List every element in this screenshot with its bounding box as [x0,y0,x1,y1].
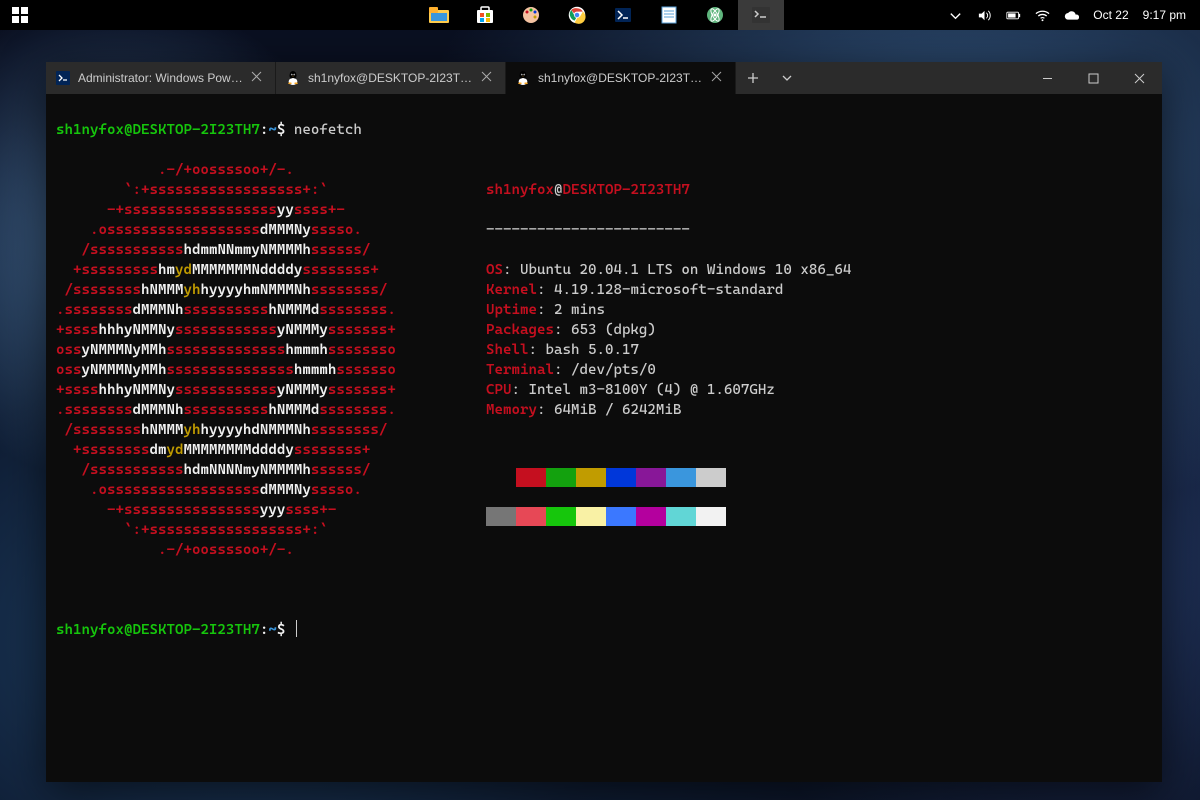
maximize-button[interactable] [1070,62,1116,94]
prompt-path: ~ [268,122,277,138]
info-row-uptime: Uptime: 2 mins [486,300,1152,320]
atom-icon [706,6,724,24]
info-row-shell: Shell: bash 5.0.17 [486,340,1152,360]
close-icon [481,71,492,82]
info-row-kernel: Kernel: 4.19.128-microsoft-standard [486,280,1152,300]
onedrive-icon[interactable] [1064,8,1079,23]
taskbar-app-terminal[interactable] [738,0,784,30]
color-swatch [486,507,516,526]
tab-title: Administrator: Windows PowerS [78,71,243,85]
taskbar-time[interactable]: 9:17 pm [1143,8,1186,22]
color-swatch [666,468,696,487]
terminal-content[interactable]: sh1nyfox@DESKTOP-2I23TH7:~$ neofetch .-/… [46,94,1162,782]
battery-icon[interactable] [1006,8,1021,23]
info-row-os: OS: Ubuntu 20.04.1 LTS on Windows 10 x86… [486,260,1152,280]
color-swatch [696,468,726,487]
new-tab-button[interactable] [736,62,770,94]
close-button[interactable] [1116,62,1162,94]
info-row-terminal: Terminal: /dev/pts/0 [486,360,1152,380]
close-icon [251,71,262,82]
start-button[interactable] [0,7,40,23]
windows-logo-icon [12,7,28,23]
command-text: neofetch [294,122,362,138]
taskbar-app-store[interactable] [462,0,508,30]
color-swatch [636,468,666,487]
tab-close-button[interactable] [251,71,265,85]
tab-title: sh1nyfox@DESKTOP-2I23TH7: / [308,71,473,85]
color-swatch [576,468,606,487]
taskbar-app-paint[interactable] [508,0,554,30]
color-swatch-row-light [486,507,1152,526]
terminal-icon [752,7,770,23]
wifi-icon[interactable] [1035,8,1050,23]
taskbar-pinned-apps [416,0,784,30]
tab-2[interactable]: sh1nyfox@DESKTOP-2I23TH7: ~ [506,62,736,94]
tab-1[interactable]: sh1nyfox@DESKTOP-2I23TH7: / [276,62,506,94]
color-swatch [516,507,546,526]
plus-icon [747,72,759,84]
color-swatch [576,507,606,526]
taskbar-app-atom[interactable] [692,0,738,30]
minimize-icon [1042,73,1053,84]
info-row-packages: Packages: 653 (dpkg) [486,320,1152,340]
powershell-icon [56,71,70,85]
color-swatch [516,468,546,487]
taskbar-date[interactable]: Oct 22 [1093,8,1128,22]
color-swatch [696,507,726,526]
system-tray: Oct 22 9:17 pm [948,8,1200,23]
taskbar-app-notepad[interactable] [646,0,692,30]
tab-0[interactable]: Administrator: Windows PowerS [46,62,276,94]
chrome-icon [568,6,586,24]
close-icon [711,71,722,82]
tab-title: sh1nyfox@DESKTOP-2I23TH7: ~ [538,71,703,85]
info-user: sh1nyfox [486,182,554,198]
powershell-icon [614,6,632,24]
prompt-user: sh1nyfox [56,122,124,138]
tux-icon [516,71,530,85]
palette-icon [522,6,540,24]
color-swatch [546,507,576,526]
volume-icon[interactable] [977,8,992,23]
tab-close-button[interactable] [481,71,495,85]
store-icon [476,6,494,24]
color-swatch [606,507,636,526]
taskbar-app-chrome[interactable] [554,0,600,30]
color-swatch-row-dark [486,468,1152,487]
tray-expand-icon[interactable] [948,8,963,23]
color-swatch [606,468,636,487]
folder-icon [429,7,449,23]
prompt-line-1: sh1nyfox@DESKTOP-2I23TH7:~$ neofetch [56,120,1152,140]
prompt-host: DESKTOP-2I23TH7 [132,122,259,138]
color-swatch [666,507,696,526]
tux-icon [286,71,300,85]
windows-terminal-window: Administrator: Windows PowerS sh1nyfox@DE… [46,62,1162,782]
windows-taskbar: Oct 22 9:17 pm [0,0,1200,30]
info-row-cpu: CPU: Intel m3-8100Y (4) @ 1.607GHz [486,380,1152,400]
info-row-memory: Memory: 64MiB / 6242MiB [486,400,1152,420]
maximize-icon [1088,73,1099,84]
chevron-down-icon [781,72,793,84]
taskbar-app-explorer[interactable] [416,0,462,30]
neofetch-info: sh1nyfox@DESKTOP-2I23TH7 ---------------… [476,160,1152,566]
color-swatch [636,507,666,526]
close-icon [1134,73,1145,84]
info-host: DESKTOP-2I23TH7 [562,182,689,198]
neofetch-ascii-logo: .-/+oossssoo+/-. `:+ssssssssssssssssss+:… [56,160,476,566]
notepad-icon [661,6,677,24]
tab-close-button[interactable] [711,71,725,85]
taskbar-app-powershell[interactable] [600,0,646,30]
cursor [296,620,297,637]
tab-dropdown-button[interactable] [770,62,804,94]
info-separator: ------------------------ [486,220,1152,240]
window-controls [1024,62,1162,94]
minimize-button[interactable] [1024,62,1070,94]
titlebar[interactable]: Administrator: Windows PowerS sh1nyfox@DE… [46,62,1162,94]
color-swatch [486,468,516,487]
color-swatch [546,468,576,487]
prompt-line-2: sh1nyfox@DESKTOP-2I23TH7:~$ [56,620,1152,640]
